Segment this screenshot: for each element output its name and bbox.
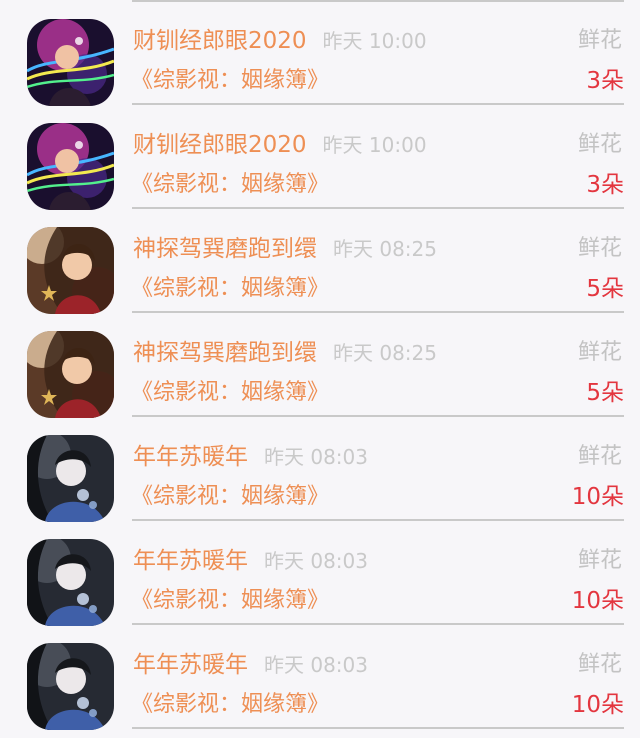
timestamp: 昨天 08:03 <box>264 445 368 469</box>
user-name-text[interactable]: 年年苏暖年 <box>133 444 248 470</box>
user-avatar-image <box>27 19 114 106</box>
gift-count: 5朵 <box>586 380 624 406</box>
user-name-text[interactable]: 年年苏暖年 <box>133 548 248 574</box>
timestamp: 昨天 10:00 <box>322 133 427 157</box>
user-name[interactable]: 年年苏暖年 昨天 08:03 <box>133 649 368 681</box>
show-title[interactable]: 《综影视：姻缘簿》 <box>131 481 329 513</box>
timestamp: 昨天 08:03 <box>264 653 368 677</box>
user-name[interactable]: 年年苏暖年 昨天 08:03 <box>133 441 368 473</box>
gift-type: 鲜花 <box>577 236 622 261</box>
gift-type: 鲜花 <box>577 132 622 157</box>
user-name-text[interactable]: 财钏经郎眼2020 <box>133 132 307 158</box>
list-item[interactable]: 财钏经郎眼2020 昨天 10:00 鲜花 《综影视：姻缘簿》 3朵 <box>0 1 640 106</box>
list-item[interactable]: 财钏经郎眼2020 昨天 10:00 鲜花 《综影视：姻缘簿》 3朵 <box>0 105 640 210</box>
gift-type: 鲜花 <box>577 652 622 677</box>
user-name[interactable]: 年年苏暖年 昨天 08:03 <box>133 545 368 577</box>
user-name-text[interactable]: 神探驾巽磨跑到缳 <box>133 340 317 366</box>
show-title[interactable]: 《综影视：姻缘簿》 <box>131 585 329 617</box>
user-name-text[interactable]: 年年苏暖年 <box>133 652 248 678</box>
show-title[interactable]: 《综影视：姻缘簿》 <box>131 169 329 201</box>
gift-count: 5朵 <box>586 276 624 302</box>
gift-count: 10朵 <box>571 692 624 718</box>
divider <box>132 727 624 729</box>
user-avatar-image <box>27 331 114 418</box>
user-avatar-image <box>27 643 114 730</box>
avatar[interactable] <box>27 19 114 106</box>
user-name[interactable]: 财钏经郎眼2020 昨天 10:00 <box>133 129 427 161</box>
avatar[interactable] <box>27 435 114 522</box>
gift-count: 10朵 <box>571 484 624 510</box>
user-avatar-image <box>27 227 114 314</box>
list-item[interactable]: 神探驾巽磨跑到缳 昨天 08:25 鲜花 《综影视：姻缘簿》 5朵 <box>0 209 640 314</box>
user-name[interactable]: 财钏经郎眼2020 昨天 10:00 <box>133 25 427 57</box>
show-title[interactable]: 《综影视：姻缘簿》 <box>131 377 329 409</box>
avatar[interactable] <box>27 539 114 626</box>
gift-type: 鲜花 <box>577 28 622 53</box>
timestamp: 昨天 08:25 <box>333 237 437 261</box>
timestamp: 昨天 10:00 <box>322 29 427 53</box>
user-name-text[interactable]: 神探驾巽磨跑到缳 <box>133 236 317 262</box>
gift-count: 10朵 <box>571 588 624 614</box>
avatar[interactable] <box>27 227 114 314</box>
list-item[interactable]: 年年苏暖年 昨天 08:03 鲜花 《综影视：姻缘簿》 10朵 <box>0 521 640 626</box>
gift-count: 3朵 <box>586 68 624 94</box>
user-avatar-image <box>27 435 114 522</box>
list-item[interactable]: 年年苏暖年 昨天 08:03 鲜花 《综影视：姻缘簿》 10朵 <box>0 625 640 730</box>
show-title[interactable]: 《综影视：姻缘簿》 <box>131 273 329 305</box>
user-avatar-image <box>27 539 114 626</box>
avatar[interactable] <box>27 331 114 418</box>
user-name[interactable]: 神探驾巽磨跑到缳 昨天 08:25 <box>133 233 437 265</box>
gift-type: 鲜花 <box>577 340 622 365</box>
gift-type: 鲜花 <box>577 548 622 573</box>
avatar[interactable] <box>27 643 114 730</box>
user-name-text[interactable]: 财钏经郎眼2020 <box>133 28 307 54</box>
list-item[interactable]: 年年苏暖年 昨天 08:03 鲜花 《综影视：姻缘簿》 10朵 <box>0 417 640 522</box>
gift-count: 3朵 <box>586 172 624 198</box>
show-title[interactable]: 《综影视：姻缘簿》 <box>131 689 329 721</box>
show-title[interactable]: 《综影视：姻缘簿》 <box>131 65 329 97</box>
user-name[interactable]: 神探驾巽磨跑到缳 昨天 08:25 <box>133 337 437 369</box>
gift-record-list: 财钏经郎眼2020 昨天 10:00 鲜花 《综影视：姻缘簿》 3朵 财钏经郎眼2… <box>0 0 640 738</box>
user-avatar-image <box>27 123 114 210</box>
gift-type: 鲜花 <box>577 444 622 469</box>
timestamp: 昨天 08:03 <box>264 549 368 573</box>
avatar[interactable] <box>27 123 114 210</box>
timestamp: 昨天 08:25 <box>333 341 437 365</box>
list-item[interactable]: 神探驾巽磨跑到缳 昨天 08:25 鲜花 《综影视：姻缘簿》 5朵 <box>0 313 640 418</box>
